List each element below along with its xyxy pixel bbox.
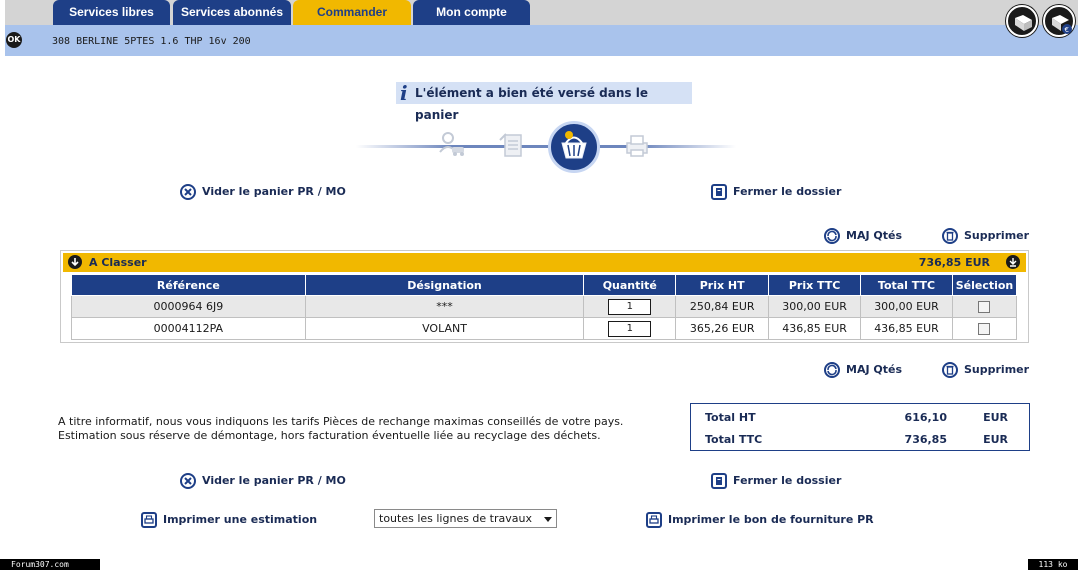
empty-basket-label: Vider le panier PR / MO (202, 185, 346, 198)
ok-badge[interactable]: OK (6, 32, 22, 48)
basket-title: A Classer (89, 256, 147, 269)
cell-reference: 0000964 6J9 (71, 295, 306, 318)
close-icon (180, 184, 196, 200)
close-file-label: Fermer le dossier (733, 185, 842, 198)
delete-label: Supprimer (964, 363, 1030, 376)
col-reference: Référence (71, 274, 306, 296)
folder-icon (711, 184, 727, 200)
selection-checkbox[interactable] (978, 301, 991, 313)
totals-box: Total HT 616,10 EUR Total TTC 736,85 EUR (690, 403, 1030, 451)
notice-text: L'élément a bien été versé dans le panie… (415, 86, 648, 122)
book-icon (1015, 15, 1032, 31)
print-estimate-label: Imprimer une estimation (163, 513, 318, 526)
tab-services-libres[interactable]: Services libres (53, 0, 170, 25)
printer-icon (646, 512, 662, 528)
cell-reference: 00004112PA (71, 317, 306, 340)
cell-selection (951, 317, 1018, 340)
cell-total-ttc: 436,85 EUR (860, 317, 953, 340)
col-quantity: Quantité (583, 274, 677, 296)
info-line-1: A titre informatif, nous vous indiquons … (58, 415, 624, 428)
vehicle-label: 308 BERLINE 5PTES 1.6 THP 16v 200 (52, 36, 251, 47)
print-step-icon (626, 135, 648, 157)
footer-size: 113 ko (1028, 559, 1078, 570)
step-line (356, 145, 736, 148)
quantity-input[interactable]: 1 (608, 320, 652, 337)
table-row: 0000964 6J9 *** 1 250,84 EUR 300,00 EUR … (71, 295, 1018, 318)
work-lines-select[interactable]: toutes les lignes de travaux (374, 509, 557, 528)
price-catalog-button[interactable]: € (1043, 5, 1075, 37)
folder-icon (711, 473, 727, 489)
cell-price-ht: 365,26 EUR (675, 317, 770, 340)
basket-total: 736,85 EUR (918, 256, 990, 269)
total-ht-label: Total HT (705, 411, 756, 424)
cell-price-ttc: 436,85 EUR (768, 317, 862, 340)
catalog-step-icon (499, 133, 522, 157)
cell-quantity: 1 (583, 295, 677, 318)
info-icon: i (400, 81, 408, 105)
selection-checkbox[interactable] (978, 323, 991, 335)
app-root: Services libres Services abonnés Command… (0, 0, 1078, 570)
table-header-row: Référence Désignation Quantité Prix HT P… (71, 274, 1018, 296)
close-icon (180, 473, 196, 489)
total-ht-currency: EUR (983, 411, 1008, 424)
cell-designation: VOLANT (304, 317, 585, 340)
update-qty-label: MAJ Qtés (846, 229, 902, 242)
cell-price-ht: 250,84 EUR (675, 295, 770, 318)
col-price-ht: Prix HT (675, 274, 770, 296)
col-total-ttc: Total TTC (860, 274, 953, 296)
total-ht-value: 616,10 (904, 411, 947, 424)
identify-step-icon (439, 132, 464, 156)
basket-icon (561, 131, 587, 159)
table-row: 00004112PA VOLANT 1 365,26 EUR 436,85 EU… (71, 317, 1018, 340)
basket-header[interactable]: A Classer 736,85 EUR (63, 253, 1026, 272)
price-info-text: A titre informatif, nous vous indiquons … (58, 415, 623, 443)
success-notice: i L'élément a bien été versé dans le pan… (396, 81, 692, 122)
total-ttc-label: Total TTC (705, 433, 763, 446)
cell-designation: *** (304, 295, 585, 318)
col-price-ttc: Prix TTC (768, 274, 862, 296)
col-selection: Sélection (951, 274, 1018, 296)
top-bar: Services libres Services abonnés Command… (0, 0, 1078, 56)
col-designation: Désignation (304, 274, 585, 296)
delete-label: Supprimer (964, 229, 1030, 242)
quantity-input[interactable]: 1 (608, 298, 652, 315)
select-value: toutes les lignes de travaux (379, 512, 532, 525)
printer-icon (141, 512, 157, 528)
cell-quantity: 1 (583, 317, 677, 340)
euro-book-icon: € (1052, 15, 1072, 34)
close-file-label: Fermer le dossier (733, 474, 842, 487)
refresh-icon (824, 228, 840, 244)
basket-step-current (548, 121, 600, 173)
trash-icon (942, 362, 958, 378)
total-ttc-currency: EUR (983, 433, 1008, 446)
catalog-button[interactable] (1006, 5, 1038, 37)
svg-text:€: € (1065, 26, 1069, 34)
collapse-icon[interactable] (68, 255, 82, 269)
print-supply-label: Imprimer le bon de fourniture PR (668, 513, 874, 526)
trash-icon (942, 228, 958, 244)
total-ttc-value: 736,85 (904, 433, 947, 446)
tab-commander[interactable]: Commander (293, 0, 411, 25)
cell-price-ttc: 300,00 EUR (768, 295, 862, 318)
basket-table: Référence Désignation Quantité Prix HT P… (71, 274, 1018, 340)
download-icon[interactable] (1006, 255, 1020, 269)
update-qty-label: MAJ Qtés (846, 363, 902, 376)
cell-total-ttc: 300,00 EUR (860, 295, 953, 318)
chevron-down-icon (544, 517, 552, 522)
cell-selection (951, 295, 1018, 318)
info-line-2: Estimation sous réserve de démontage, ho… (58, 429, 601, 442)
tab-services-abonnes[interactable]: Services abonnés (173, 0, 291, 25)
tab-mon-compte[interactable]: Mon compte (413, 0, 530, 25)
basket-panel: A Classer 736,85 EUR Référence Désignati… (60, 250, 1029, 343)
footer-watermark: Forum307.com (0, 559, 100, 570)
empty-basket-label: Vider le panier PR / MO (202, 474, 346, 487)
refresh-icon (824, 362, 840, 378)
